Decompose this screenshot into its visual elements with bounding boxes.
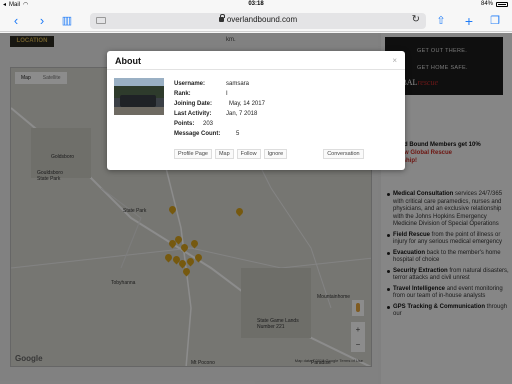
browser-toolbar: ‹ › ▥ overlandbound.com ↻ ⇧ + ❐ xyxy=(0,10,512,32)
info-row-username: Username: samsara xyxy=(174,79,265,89)
url-text: overlandbound.com xyxy=(226,15,298,24)
message-count-label: Message Count: xyxy=(174,131,221,137)
rank-value: I xyxy=(226,91,228,97)
url-display[interactable]: overlandbound.com xyxy=(90,14,426,24)
profile-page-button[interactable]: Profile Page xyxy=(174,149,212,159)
status-time: 03:18 xyxy=(248,1,264,7)
actions-spacer xyxy=(290,149,320,159)
info-row-joining-date: Joining Date: May, 14 2017 xyxy=(174,99,265,109)
joining-date-label: Joining Date: xyxy=(174,101,213,107)
points-value: 203 xyxy=(203,121,214,127)
share-icon[interactable]: ⇧ xyxy=(434,13,448,29)
status-right: 84% xyxy=(481,1,508,7)
username-label: Username: xyxy=(174,81,206,87)
conversation-button[interactable]: Conversation xyxy=(323,149,364,159)
message-count-value: 5 xyxy=(236,131,240,137)
tabs-icon[interactable]: ❐ xyxy=(488,13,502,29)
last-activity-label: Last Activity: xyxy=(174,111,212,117)
status-bar: ◂ Mail ◠ 03:18 84% xyxy=(0,0,512,10)
info-row-rank: Rank: I xyxy=(174,89,265,99)
avatar-ground xyxy=(114,107,164,115)
lock-icon xyxy=(218,14,225,22)
modal-title: About xyxy=(115,56,141,66)
user-info: Username: samsara Rank: I Joining Date: May… xyxy=(174,79,265,139)
modal-header: About × xyxy=(107,51,405,70)
joining-date-value: May, 14 2017 xyxy=(229,101,265,107)
map-button[interactable]: Map xyxy=(214,149,234,159)
ignore-button[interactable]: Ignore xyxy=(263,149,288,159)
reload-icon[interactable]: ↻ xyxy=(412,14,420,25)
avatar-truck xyxy=(120,95,156,107)
username-value: samsara xyxy=(226,81,250,87)
avatar[interactable] xyxy=(114,78,164,115)
address-bar[interactable]: overlandbound.com ↻ xyxy=(90,13,426,29)
battery-percent: 84% xyxy=(480,1,493,7)
battery-icon xyxy=(496,1,508,7)
points-label: Points: xyxy=(174,121,195,127)
close-icon[interactable]: × xyxy=(392,56,397,65)
follow-button[interactable]: Follow xyxy=(236,149,261,159)
forward-icon[interactable]: › xyxy=(36,13,48,29)
new-tab-icon[interactable]: + xyxy=(462,13,476,29)
info-row-message-count: Message Count: 5 xyxy=(174,129,265,139)
modal-actions: Profile Page Map Follow Ignore Conversat… xyxy=(174,149,364,159)
about-modal: About × Username: samsara Rank: I Joining … xyxy=(107,51,405,170)
bookmarks-icon[interactable]: ▥ xyxy=(60,13,74,29)
back-icon[interactable]: ‹ xyxy=(10,13,22,29)
info-row-last-activity: Last Activity: Jan, 7 2018 xyxy=(174,109,265,119)
last-activity-value: Jan, 7 2018 xyxy=(226,111,258,117)
info-row-points: Points: 203 xyxy=(174,119,265,129)
rank-label: Rank: xyxy=(174,91,191,97)
